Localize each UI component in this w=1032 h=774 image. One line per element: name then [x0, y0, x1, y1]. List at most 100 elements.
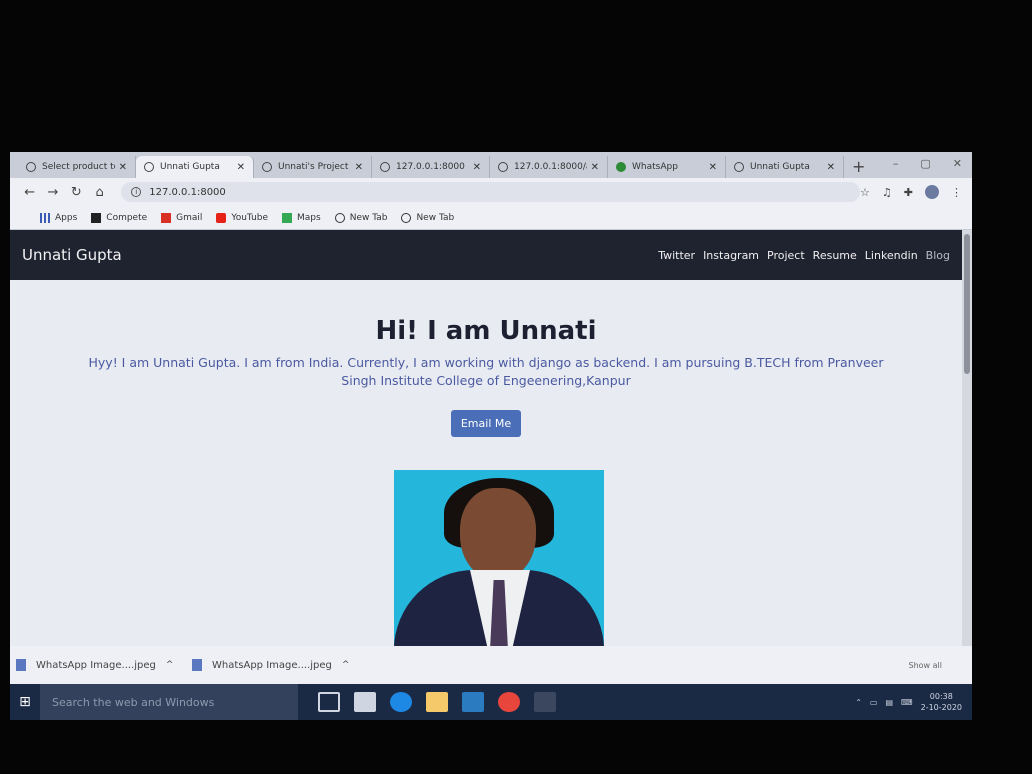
nav-link-linkedin[interactable]: Linkendin	[865, 249, 918, 262]
new-tab-button[interactable]: +	[852, 157, 865, 178]
tab-label: WhatsApp	[632, 162, 678, 172]
keyboard-icon[interactable]: ⌨	[901, 698, 913, 707]
compete-icon	[91, 212, 102, 223]
bookmark-label: Apps	[55, 212, 78, 223]
browser-toolbar: ← → ↻ ⌂ i 127.0.0.1:8000 ☆ ♫ ✚ ⋮	[10, 178, 972, 206]
browser-tab[interactable]: Select product to ✕	[18, 156, 136, 178]
globe-icon	[26, 162, 36, 172]
chrome-icon[interactable]	[498, 692, 520, 712]
chevron-up-icon[interactable]: ⌃	[855, 698, 862, 707]
downloads-shelf: WhatsApp Image....jpeg ^ WhatsApp Image..…	[10, 646, 972, 684]
bookmark-maps[interactable]: Maps	[282, 212, 321, 223]
globe-icon	[262, 162, 272, 172]
forward-icon[interactable]: →	[41, 185, 64, 200]
bookmark-gmail[interactable]: Gmail	[161, 212, 203, 223]
browser-tab[interactable]: 127.0.0.1:8000 ✕	[372, 156, 490, 178]
file-explorer-icon[interactable]	[426, 692, 448, 712]
battery-icon[interactable]: ▭	[870, 698, 878, 707]
hero-intro: Hyy! I am Unnati Gupta. I am from India.…	[88, 355, 884, 388]
nav-link-resume[interactable]: Resume	[813, 249, 857, 262]
tab-label: Unnati's Project	[278, 162, 349, 172]
close-icon[interactable]: ✕	[591, 162, 599, 173]
url-text: 127.0.0.1:8000	[149, 186, 226, 198]
close-icon[interactable]: ✕	[355, 162, 363, 173]
tab-label: 127.0.0.1:8000/ad	[514, 162, 587, 172]
browser-tab[interactable]: WhatsApp ✕	[608, 156, 726, 178]
download-item[interactable]: WhatsApp Image....jpeg ^	[192, 659, 368, 671]
info-icon[interactable]: i	[131, 187, 142, 197]
edge-icon[interactable]	[390, 692, 412, 712]
tab-label: Select product to	[42, 162, 115, 172]
show-all-button[interactable]: Show all	[909, 661, 942, 670]
bookmark-label: Gmail	[176, 212, 203, 223]
hero-heading: Hi! I am Unnati	[375, 316, 597, 346]
bookmark-youtube[interactable]: YouTube	[216, 212, 268, 223]
nav-link-project[interactable]: Project	[767, 249, 805, 262]
screen: Select product to ✕ Unnati Gupta ✕ Unnati'…	[10, 152, 972, 720]
pycharm-icon[interactable]	[462, 692, 484, 712]
chevron-up-icon[interactable]: ^	[342, 660, 350, 670]
clock-time: 00:38	[929, 692, 953, 701]
bookmark-new-tab[interactable]: New Tab	[334, 212, 388, 223]
download-filename: WhatsApp Image....jpeg	[36, 659, 156, 671]
close-window-icon[interactable]: ✕	[953, 157, 962, 170]
nav-link-instagram[interactable]: Instagram	[703, 249, 759, 262]
web-page: Unnati Gupta Twitter Instagram Project R…	[10, 230, 962, 646]
browser-tab[interactable]: Unnati's Project ✕	[254, 156, 372, 178]
maximize-icon[interactable]: ▢	[920, 157, 930, 170]
taskbar-apps	[318, 692, 556, 712]
notification-icon[interactable]: ▤	[885, 698, 893, 707]
browser-tab[interactable]: 127.0.0.1:8000/ad ✕	[490, 156, 608, 178]
download-item[interactable]: WhatsApp Image....jpeg ^	[16, 659, 192, 671]
scrollbar-thumb[interactable]	[964, 234, 970, 374]
menu-icon[interactable]: ⋮	[951, 186, 962, 199]
browser-tab-active[interactable]: Unnati Gupta ✕	[136, 156, 254, 178]
globe-icon	[734, 162, 744, 172]
bookmark-apps[interactable]: Apps	[20, 212, 78, 223]
back-icon[interactable]: ←	[18, 185, 41, 200]
taskbar-search[interactable]: Search the web and Windows	[40, 684, 298, 720]
close-icon[interactable]: ✕	[709, 162, 717, 173]
terminal-icon[interactable]	[534, 692, 556, 712]
download-filename: WhatsApp Image....jpeg	[212, 659, 332, 671]
nav-link-twitter[interactable]: Twitter	[658, 249, 695, 262]
globe-icon	[334, 212, 345, 223]
minimize-icon[interactable]: –	[893, 157, 899, 170]
bookmark-label: New Tab	[416, 212, 455, 223]
whatsapp-icon	[616, 162, 626, 172]
address-bar[interactable]: i 127.0.0.1:8000	[121, 182, 860, 202]
page-scrollbar[interactable]	[962, 230, 972, 646]
nav-link-blog[interactable]: Blog	[926, 249, 950, 262]
home-icon[interactable]: ⌂	[88, 185, 111, 200]
clock[interactable]: 00:38 2-10-2020	[921, 691, 962, 713]
bookmark-new-tab[interactable]: New Tab	[401, 212, 455, 223]
site-brand[interactable]: Unnati Gupta	[22, 246, 122, 264]
close-icon[interactable]: ✕	[827, 162, 835, 173]
bookmark-label: Maps	[297, 212, 321, 223]
star-icon[interactable]: ☆	[860, 186, 870, 199]
task-view-icon[interactable]	[318, 692, 340, 712]
store-icon[interactable]	[354, 692, 376, 712]
close-icon[interactable]: ✕	[119, 162, 127, 173]
close-icon[interactable]: ✕	[473, 162, 481, 173]
email-me-button[interactable]: Email Me	[450, 410, 522, 437]
media-icon[interactable]: ♫	[882, 186, 892, 199]
windows-taskbar: ⊞ Search the web and Windows ⌃ ▭ ▤ ⌨ 00:…	[10, 684, 972, 720]
chevron-up-icon[interactable]: ^	[166, 660, 174, 670]
globe-icon	[144, 162, 154, 172]
bookmark-label: New Tab	[349, 212, 388, 223]
tab-strip: Select product to ✕ Unnati Gupta ✕ Unnati'…	[10, 152, 972, 178]
hero-section: Hi! I am Unnati Hyy! I am Unnati Gupta. …	[10, 280, 962, 437]
tab-label: 127.0.0.1:8000	[396, 162, 465, 172]
extensions-icon[interactable]: ✚	[904, 186, 913, 199]
browser-tab[interactable]: Unnati Gupta ✕	[726, 156, 844, 178]
bookmark-compete[interactable]: Compete	[91, 212, 147, 223]
image-file-icon	[192, 659, 202, 671]
windows-start-icon[interactable]: ⊞	[10, 684, 40, 720]
avatar[interactable]	[925, 185, 939, 199]
globe-icon	[401, 212, 412, 223]
reload-icon[interactable]: ↻	[65, 185, 88, 200]
close-icon[interactable]: ✕	[237, 162, 245, 173]
globe-icon	[498, 162, 508, 172]
gmail-icon	[161, 212, 172, 223]
